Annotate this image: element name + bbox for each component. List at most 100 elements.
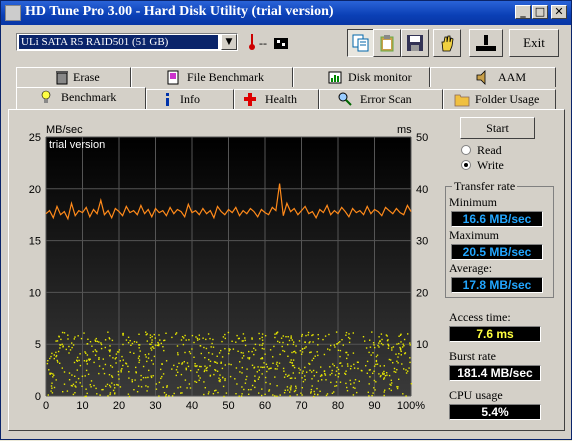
access-time-point bbox=[365, 365, 367, 367]
access-time-point bbox=[122, 334, 124, 336]
access-time-point bbox=[140, 374, 142, 377]
access-time-point bbox=[289, 387, 291, 389]
tab-benchmark[interactable]: Benchmark bbox=[16, 87, 146, 109]
access-time-point bbox=[345, 382, 347, 385]
access-time-point bbox=[244, 339, 246, 342]
access-time-point bbox=[104, 363, 107, 366]
access-time-point bbox=[108, 337, 110, 339]
access-time-point bbox=[220, 361, 222, 363]
access-time-point bbox=[269, 383, 271, 385]
access-time-point bbox=[392, 362, 394, 364]
access-time-point bbox=[215, 389, 217, 391]
access-time-point bbox=[254, 380, 256, 382]
access-time-point bbox=[280, 337, 283, 339]
access-time-point bbox=[289, 377, 292, 379]
start-button[interactable]: Start bbox=[460, 117, 535, 139]
access-time-point bbox=[205, 367, 207, 370]
access-time-point bbox=[302, 380, 305, 383]
access-time-point bbox=[216, 362, 218, 364]
access-time-point bbox=[339, 341, 341, 343]
access-time-point bbox=[310, 388, 313, 391]
access-time-point bbox=[177, 352, 179, 354]
access-time-point bbox=[229, 348, 231, 351]
access-time-point bbox=[247, 357, 249, 359]
access-time-point bbox=[337, 368, 340, 371]
access-time-point bbox=[289, 391, 291, 393]
access-time-point bbox=[387, 344, 390, 346]
access-time-point bbox=[194, 380, 196, 383]
access-time-point bbox=[221, 367, 224, 370]
access-time-point bbox=[337, 342, 340, 344]
access-time-point bbox=[151, 339, 153, 341]
access-time-point bbox=[341, 365, 343, 367]
access-time-point bbox=[370, 354, 372, 356]
access-time-point bbox=[66, 390, 69, 392]
access-time-point bbox=[84, 375, 86, 377]
access-time-point bbox=[219, 380, 221, 383]
access-time-point bbox=[310, 392, 312, 394]
access-time-point bbox=[301, 333, 303, 336]
access-time-point bbox=[292, 372, 294, 374]
write-radio[interactable]: Write bbox=[461, 159, 541, 173]
access-time-point bbox=[301, 351, 304, 353]
access-time-point bbox=[144, 354, 147, 356]
access-time-point bbox=[305, 334, 307, 337]
access-time-point bbox=[147, 386, 149, 388]
access-time-point bbox=[274, 395, 276, 397]
access-time-point bbox=[193, 356, 195, 358]
access-time-point bbox=[353, 367, 356, 369]
access-time-point bbox=[260, 358, 262, 360]
access-time-point bbox=[71, 374, 73, 376]
access-time-point bbox=[345, 331, 348, 334]
access-time-point bbox=[185, 367, 187, 369]
access-time-point bbox=[289, 361, 291, 363]
read-radio[interactable]: Read bbox=[461, 144, 541, 158]
access-time-point bbox=[257, 378, 260, 380]
access-time-point bbox=[240, 395, 243, 397]
access-time-point bbox=[247, 389, 250, 391]
y-right-ticks: 50 40 30 20 10 bbox=[416, 132, 428, 351]
access-time-point bbox=[397, 356, 399, 358]
access-time-point bbox=[371, 331, 373, 333]
access-time-point bbox=[333, 391, 335, 393]
access-time-point bbox=[162, 373, 165, 375]
write-radio-circle[interactable] bbox=[461, 160, 471, 170]
access-time-point bbox=[103, 372, 106, 375]
access-time-point bbox=[319, 390, 321, 392]
read-radio-circle[interactable] bbox=[461, 145, 471, 155]
access-time-point bbox=[113, 384, 116, 386]
access-time-point bbox=[109, 386, 112, 388]
access-time-point bbox=[98, 358, 100, 360]
access-time-point bbox=[151, 335, 153, 338]
access-time-point bbox=[266, 366, 268, 368]
access-time-point bbox=[295, 352, 297, 354]
cpu-usage-value: 5.4% bbox=[449, 404, 541, 420]
transfer-rate-legend: Transfer rate bbox=[452, 179, 518, 194]
access-time-point bbox=[384, 389, 386, 391]
access-time-point bbox=[209, 375, 211, 377]
access-time-point bbox=[319, 375, 322, 377]
access-time-point bbox=[115, 362, 117, 364]
access-time-point bbox=[72, 393, 75, 396]
x-tick-label: 80 bbox=[332, 400, 344, 412]
access-time-point bbox=[383, 391, 385, 393]
access-time-point bbox=[261, 366, 264, 369]
access-time-point bbox=[138, 333, 140, 335]
access-time-point bbox=[127, 336, 130, 338]
access-time-point bbox=[176, 345, 179, 347]
y-left-tick-label: 10 bbox=[29, 287, 41, 299]
access-time-point bbox=[182, 343, 185, 346]
access-time-point bbox=[157, 341, 159, 344]
access-time-point bbox=[110, 364, 112, 367]
access-time-point bbox=[301, 372, 304, 374]
access-time-point bbox=[198, 334, 200, 336]
access-time-point bbox=[290, 359, 292, 361]
access-time-point bbox=[213, 361, 216, 363]
access-time-point bbox=[238, 337, 240, 340]
access-time-point bbox=[213, 373, 215, 376]
burst-rate-value: 181.4 MB/sec bbox=[449, 365, 541, 381]
access-time-point bbox=[175, 374, 177, 377]
access-time-point bbox=[146, 340, 148, 342]
access-time-point bbox=[72, 344, 75, 346]
access-time-point bbox=[207, 393, 210, 395]
